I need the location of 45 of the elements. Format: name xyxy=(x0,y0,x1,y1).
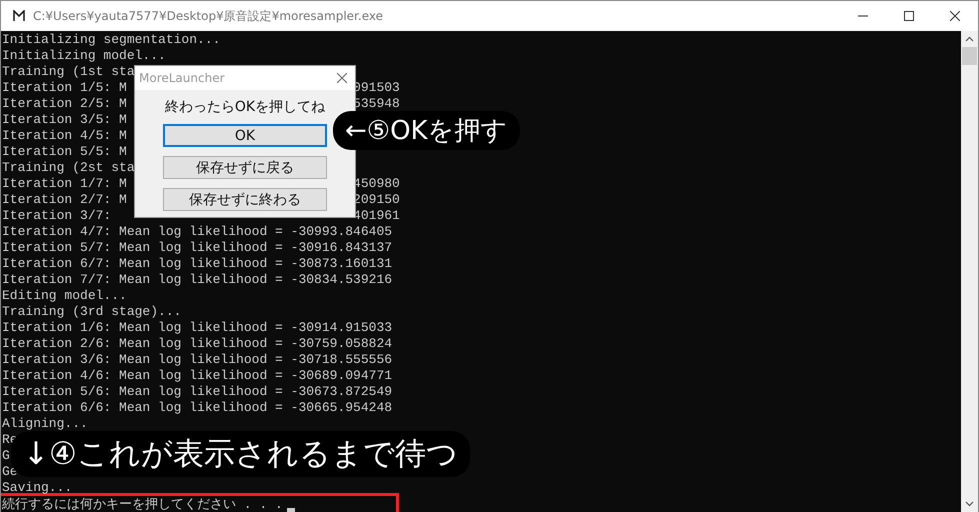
annotation-text: ←⑤OKを押す xyxy=(333,111,520,150)
scrollbar[interactable] xyxy=(961,31,978,512)
dialog-title: MoreLauncher xyxy=(139,71,225,85)
console-line: Iteration 6/6: Mean log likelihood = -30665.954248 xyxy=(2,400,392,414)
console-line: Iteration 1/5: M xyxy=(2,80,127,94)
dialog-button[interactable]: 保存せずに終わる xyxy=(163,188,327,211)
console-line: 401961 xyxy=(353,208,400,222)
close-icon[interactable] xyxy=(950,11,960,21)
close-icon[interactable] xyxy=(337,73,347,83)
console-line: Iteration 3/6: Mean log likelihood = -30718.555556 xyxy=(2,352,392,366)
console-line: 450980 xyxy=(353,176,400,190)
maximize-icon[interactable] xyxy=(904,11,914,21)
console-line: Iteration 6/7: Mean log likelihood = -30873.160131 xyxy=(2,256,392,270)
console-line: Iteration 3/5: M xyxy=(2,112,127,126)
scroll-thumb[interactable] xyxy=(962,47,977,65)
console-line: Iteration 3/7: xyxy=(2,208,112,222)
console-line: Iteration 4/6: Mean log likelihood = -30689.094771 xyxy=(2,368,392,382)
console-line: G xyxy=(2,448,10,462)
console-line: Training (2st sta xyxy=(2,160,135,174)
console-line: Iteration 5/5: M xyxy=(2,144,127,158)
console-line: Aligning... xyxy=(2,416,88,430)
console-line: Iteration 2/5: M xyxy=(2,96,127,110)
console-line: Iteration 1/6: Mean log likelihood = -30914.915033 xyxy=(2,320,392,334)
app-icon xyxy=(13,10,25,22)
dialog-message: 終わったらOKを押してね xyxy=(164,98,326,116)
console-line: Iteration 5/7: Mean log likelihood = -30916.843137 xyxy=(2,240,392,254)
console-line: Training (3rd stage)... xyxy=(2,304,182,318)
scroll-up-icon[interactable] xyxy=(965,36,974,42)
console-line: Iteration 1/7: M xyxy=(2,176,127,190)
console-line: Iteration 2/7: M xyxy=(2,192,127,206)
dialog-button[interactable]: OK xyxy=(163,124,327,147)
console-line: 続行するには何かキーを押してください . . . xyxy=(2,498,283,510)
console-line: Initializing model... xyxy=(2,48,166,62)
dialog-button[interactable]: 保存せずに戻る xyxy=(163,156,327,179)
console-line: Editing model... xyxy=(2,288,127,302)
console-line: Saving... xyxy=(2,480,72,494)
console-line: Iteration 5/6: Mean log likelihood = -30673.872549 xyxy=(2,384,392,398)
console-line: Initializing segmentation... xyxy=(2,32,220,46)
console-line: Iteration 7/7: Mean log likelihood = -30834.539216 xyxy=(2,272,392,286)
window-title: C:¥Users¥yauta7577¥Desktop¥原音設定¥moresampler.exe xyxy=(33,8,383,24)
console-line: Iteration 4/5: M xyxy=(2,128,127,142)
console-line: Iteration 2/6: Mean log likelihood = -30759.058824 xyxy=(2,336,392,350)
scroll-down-icon[interactable] xyxy=(965,501,974,507)
console-line: Iteration 4/7: Mean log likelihood = -30993.846405 xyxy=(2,224,392,238)
console-line: Training (1st sta xyxy=(2,64,135,78)
